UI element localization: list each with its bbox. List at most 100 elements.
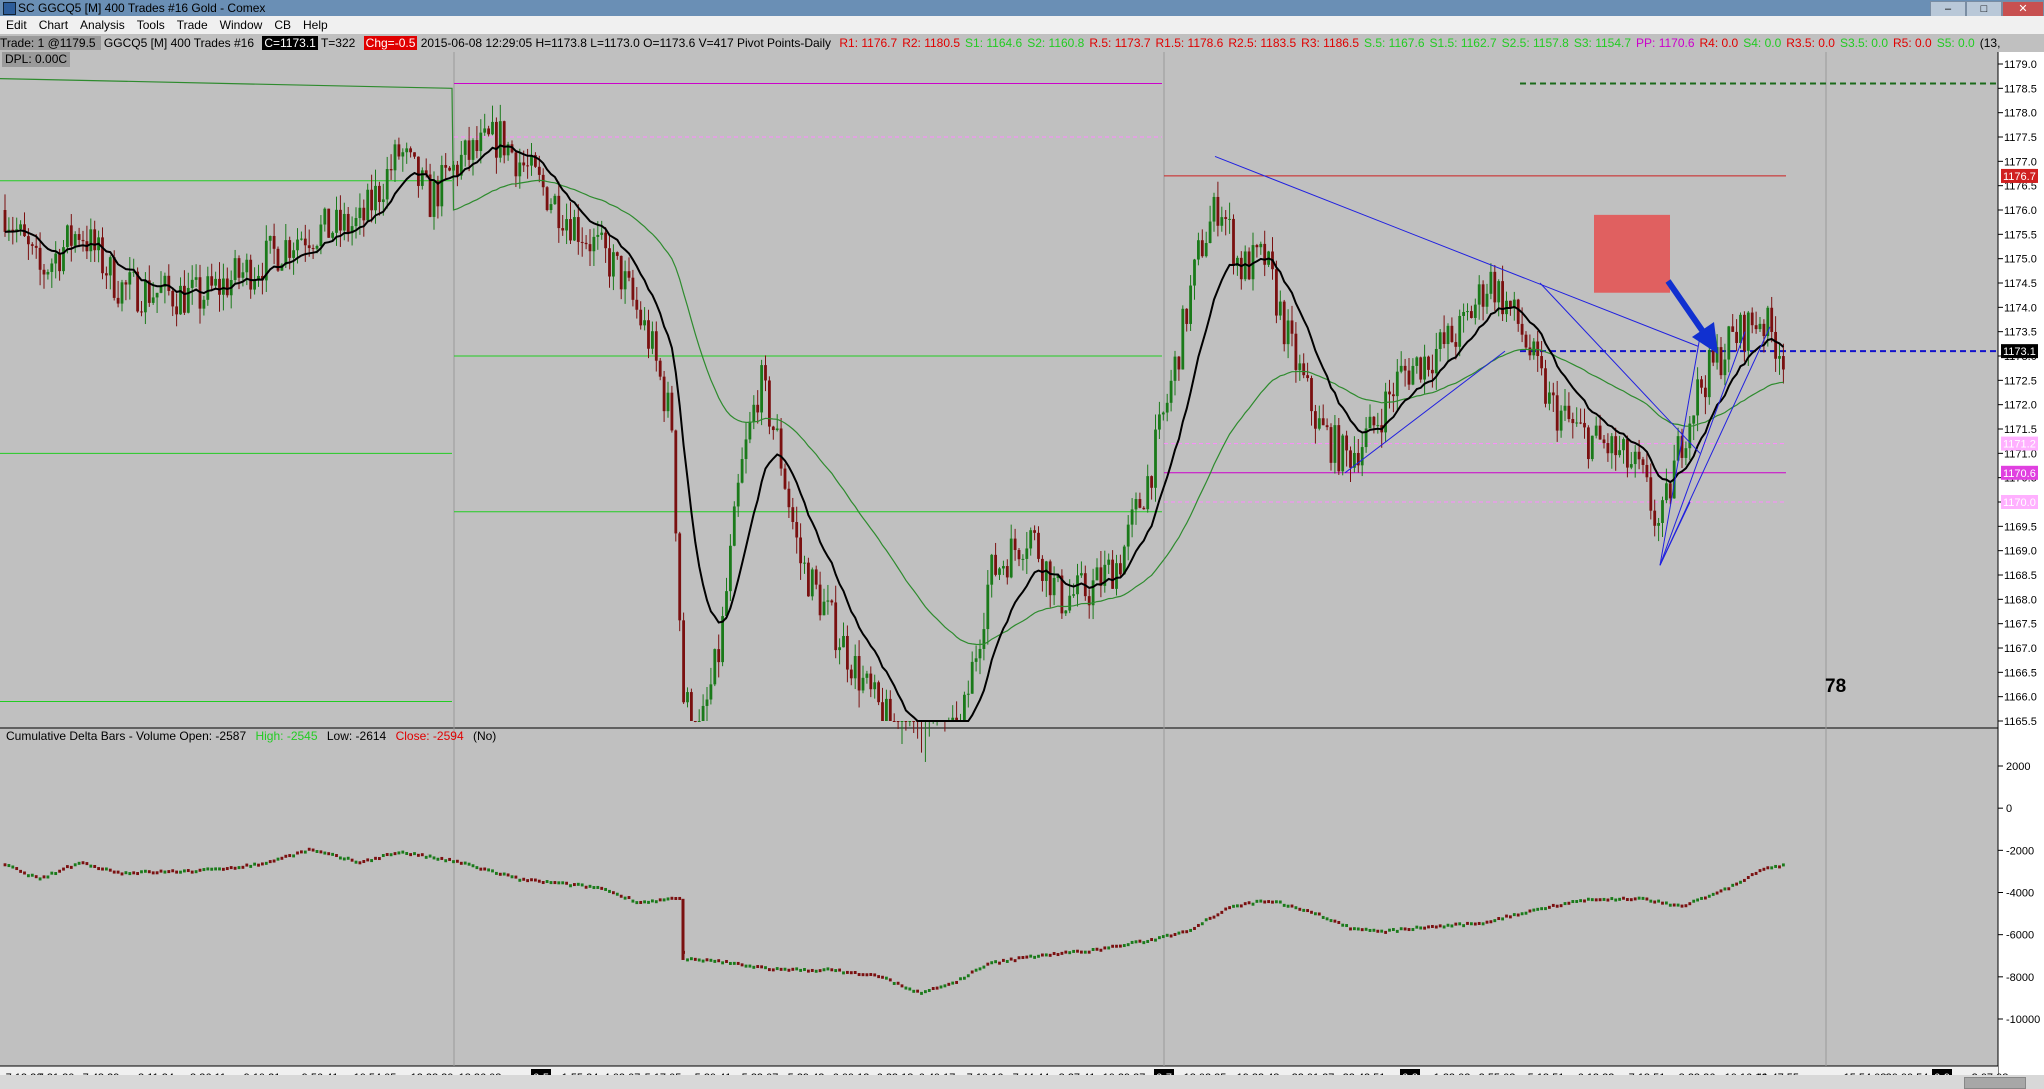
delta-bar (358, 861, 362, 865)
bar-info: 2015-06-08 12:29:05 H=1173.8 L=1173.0 O=… (420, 36, 832, 50)
drawing-tools[interactable] (1214, 156, 1771, 566)
candle-body (1575, 422, 1579, 424)
candle-body (167, 275, 171, 291)
delta-label: 0 (2006, 803, 2012, 815)
pivot-value: S4: 0.0 (1743, 36, 1782, 50)
menu-cb[interactable]: CB (268, 16, 297, 34)
delta-bar (725, 959, 728, 963)
delta-bar (62, 867, 65, 871)
minimize-button[interactable]: – (1930, 1, 1966, 17)
menu-tools[interactable]: Tools (131, 16, 171, 34)
chart-canvas[interactable]: 1179.01178.51178.01177.51177.01176.51176… (0, 0, 2044, 1089)
delta-bar (97, 867, 100, 871)
candle-body (1325, 425, 1329, 428)
delta-bar (1505, 914, 1508, 918)
delta-bar (635, 901, 639, 905)
menu-trade[interactable]: Trade (171, 16, 214, 34)
trendline[interactable] (1539, 282, 1701, 454)
delta-bar (1267, 900, 1270, 904)
delta-bar (1544, 907, 1547, 911)
candle-body (1033, 530, 1036, 533)
delta-bar (69, 865, 73, 869)
candle-body (1360, 447, 1364, 466)
delta-bar (1446, 923, 1450, 927)
delta-bar (1185, 930, 1189, 934)
candle-body (1314, 411, 1317, 429)
delta-bar (440, 856, 444, 860)
delta-bar (740, 963, 744, 967)
delta-bar (1169, 934, 1173, 938)
delta-close: Close: -2594 (395, 729, 464, 743)
candle-body (604, 232, 607, 249)
price-tag: 1171.2 (2003, 439, 2036, 451)
pivot-value: PP: 1170.6 (1636, 36, 1695, 50)
delta-bar (814, 969, 818, 973)
menu-chart[interactable]: Chart (33, 16, 74, 34)
delta-bar (479, 867, 483, 871)
arrow-head[interactable] (1692, 322, 1718, 354)
candle-body (1228, 218, 1231, 220)
menu-window[interactable]: Window (214, 16, 269, 34)
delta-bar (1282, 903, 1286, 907)
delta-bar (1333, 919, 1337, 923)
arrow-shaft[interactable] (1665, 279, 1709, 338)
menu-edit[interactable]: Edit (0, 16, 33, 34)
candle-body (639, 309, 643, 326)
candle-body (1200, 240, 1204, 257)
menu-analysis[interactable]: Analysis (74, 16, 131, 34)
candle-body (1446, 325, 1450, 345)
delta-bar (179, 870, 182, 874)
delta-header: Cumulative Delta Bars - Volume Open: -25… (6, 729, 502, 744)
delta-bar (175, 870, 178, 874)
horizontal-scrollbar[interactable] (0, 1075, 2044, 1089)
candle-body (1130, 509, 1134, 525)
delta-bar (1380, 929, 1384, 933)
delta-bar (701, 959, 705, 963)
trade-position[interactable]: Trade: 1 @1179.5 (0, 36, 101, 50)
delta-bar (163, 870, 167, 874)
menu-help[interactable]: Help (297, 16, 334, 34)
delta-bar (331, 852, 334, 856)
candle-body (775, 428, 779, 431)
delta-bar (77, 861, 81, 865)
candle-body (1692, 415, 1696, 424)
trendline[interactable] (1659, 331, 1746, 566)
delta-bar (693, 957, 697, 961)
price-label: 1176.0 (2004, 205, 2037, 217)
maximize-button[interactable]: □ (1966, 1, 2002, 17)
candle-body (19, 224, 22, 230)
candle-body (475, 140, 479, 152)
delta-bar (374, 856, 377, 860)
trendline[interactable] (1659, 326, 1771, 566)
candle-body (822, 601, 826, 616)
delta-bar (994, 960, 997, 964)
delta-bar (1384, 930, 1387, 934)
delta-bar (1317, 912, 1321, 916)
candle-body (218, 278, 221, 295)
trendline[interactable] (1659, 336, 1701, 566)
candle-body (1177, 356, 1181, 370)
candle-body (1154, 429, 1157, 488)
delta-bar (1563, 902, 1567, 906)
delta-open: Cumulative Delta Bars - Volume Open: -25… (6, 729, 247, 743)
title-bar[interactable]: SC GGCQ5 [M] 400 Trades #16 Gold - Comex… (0, 0, 2044, 17)
candle-body (1540, 356, 1543, 369)
candle-body (444, 165, 448, 168)
delta-bar (155, 871, 159, 875)
candle-body (615, 252, 619, 256)
candle-body (888, 698, 892, 721)
scrollbar-thumb[interactable] (1964, 1077, 2026, 1089)
candle-body (1009, 538, 1013, 578)
candle-body (385, 169, 389, 200)
delta-bar (1618, 897, 1621, 901)
delta-bar (456, 859, 459, 863)
delta-bar (1707, 894, 1711, 898)
delta-bar (849, 971, 853, 975)
candle-body (183, 285, 186, 313)
candle-body (998, 568, 1001, 575)
delta-bar (1462, 924, 1465, 928)
supply-zone-box[interactable] (1594, 214, 1670, 293)
price-label: 1179.0 (2004, 59, 2037, 71)
close-button[interactable]: ✕ (2002, 1, 2044, 17)
delta-bar (397, 851, 401, 855)
